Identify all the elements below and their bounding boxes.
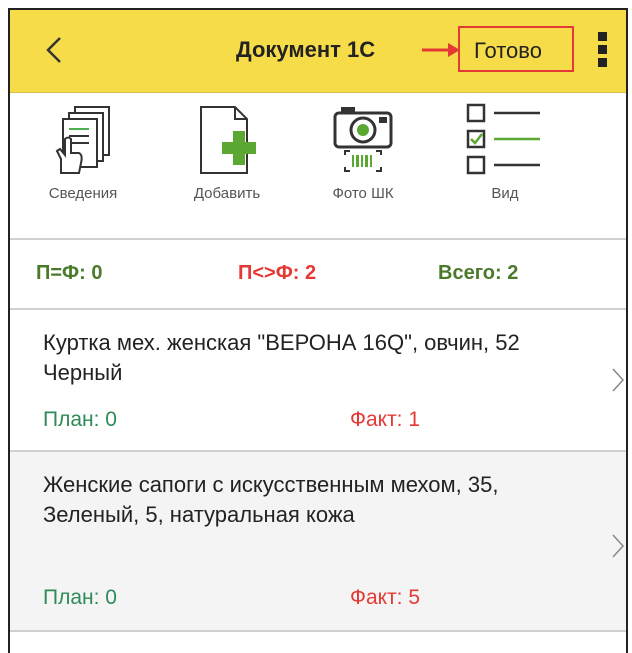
camera-barcode-icon (333, 107, 393, 172)
phone-screen: Документ 1С Готово Сведения Добавить Фот… (8, 8, 628, 653)
item-plan: План: 0 (43, 408, 117, 431)
chevron-right-icon (612, 368, 625, 392)
arrow-right-icon (422, 43, 460, 57)
tool-label-info: Сведения (48, 185, 118, 202)
tool-label-add: Добавить (193, 185, 261, 202)
item-name: Женские сапоги с искусственным мехом, 35… (43, 472, 499, 527)
stat-match: П=Ф: 0 (36, 262, 103, 284)
checklist-icon (466, 103, 540, 175)
back-icon[interactable] (36, 30, 76, 70)
toolbar: Сведения Добавить Фото ШК Вид (10, 93, 626, 240)
more-menu-icon[interactable] (596, 32, 608, 72)
tool-label-barcode-photo: Фото ШК (332, 185, 394, 202)
add-button[interactable]: Добавить (172, 103, 282, 202)
stat-mismatch: П<>Ф: 2 (238, 262, 317, 284)
tool-label-view: Вид (491, 185, 519, 202)
done-button[interactable]: Готово (474, 38, 542, 64)
barcode-photo-button[interactable]: Фото ШК (308, 103, 418, 202)
list-item[interactable]: Куртка мех. женская "ВЕРОНА 16Q", овчин,… (10, 310, 626, 452)
view-button[interactable]: Вид (450, 103, 560, 202)
item-fact: Факт: 1 (350, 408, 421, 431)
done-button-highlight: Готово (458, 26, 574, 72)
info-button[interactable]: Сведения (28, 103, 138, 202)
stats-bar: П=Ф: 0 П<>Ф: 2 Всего: 2 (10, 240, 626, 310)
item-plan: План: 0 (43, 586, 117, 609)
document-hand-icon (55, 106, 110, 174)
stat-total: Всего: 2 (438, 262, 519, 284)
page-title: Документ 1С (236, 37, 376, 62)
item-name: Куртка мех. женская "ВЕРОНА 16Q", овчин,… (43, 330, 520, 385)
chevron-right-icon (612, 534, 625, 558)
item-fact: Факт: 5 (350, 586, 421, 609)
add-document-icon (200, 106, 256, 174)
app-bar: Документ 1С Готово (10, 10, 626, 93)
list-item[interactable]: Женские сапоги с искусственным мехом, 35… (10, 452, 626, 632)
